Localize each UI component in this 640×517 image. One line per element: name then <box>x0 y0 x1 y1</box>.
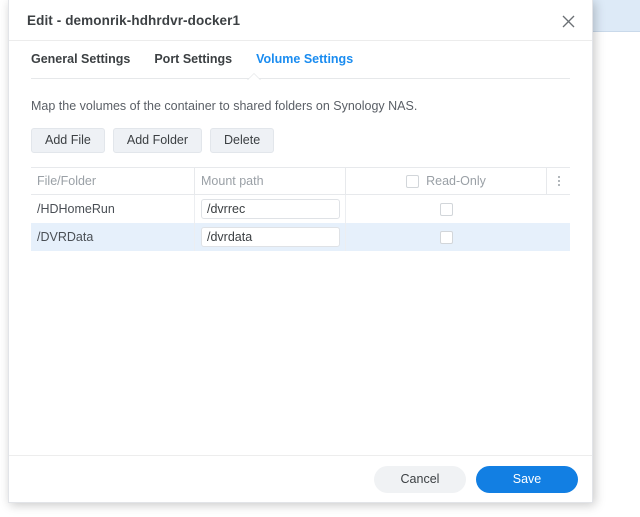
dialog-header: Edit - demonrik-hdhrdvr-docker1 <box>9 0 592 41</box>
read-only-checkbox[interactable] <box>439 202 453 216</box>
column-options-button[interactable] <box>546 168 570 194</box>
close-icon[interactable] <box>554 7 582 35</box>
volume-table: File/Folder Mount path Read-Only /HDHome… <box>31 167 570 251</box>
table-header-row: File/Folder Mount path Read-Only <box>31 168 570 195</box>
read-only-select-all-checkbox[interactable] <box>406 174 420 188</box>
background-accent-strip <box>592 0 640 31</box>
column-header-mount-path[interactable]: Mount path <box>195 168 346 194</box>
row-spacer <box>546 195 570 223</box>
cell-mount-path <box>195 223 346 251</box>
read-only-checkbox[interactable] <box>439 230 453 244</box>
column-header-read-only-label: Read-Only <box>426 174 486 188</box>
save-button[interactable]: Save <box>476 465 578 493</box>
column-header-read-only: Read-Only <box>346 168 546 194</box>
edit-container-dialog: Edit - demonrik-hdhrdvr-docker1 General … <box>8 0 593 503</box>
mount-path-input[interactable] <box>201 227 340 247</box>
volume-action-buttons: Add File Add Folder Delete <box>31 128 570 153</box>
dialog-title: Edit - demonrik-hdhrdvr-docker1 <box>27 12 241 28</box>
table-row[interactable]: /HDHomeRun <box>31 195 570 223</box>
cell-file-folder: /DVRData <box>31 223 195 251</box>
background-accent-divider <box>592 31 640 32</box>
tab-volume-settings[interactable]: Volume Settings <box>256 51 353 67</box>
column-header-file-folder[interactable]: File/Folder <box>31 168 195 194</box>
cell-mount-path <box>195 195 346 223</box>
cell-read-only <box>346 195 546 223</box>
cancel-button[interactable]: Cancel <box>374 465 466 493</box>
cell-read-only <box>346 223 546 251</box>
row-spacer <box>546 223 570 251</box>
tab-port-settings[interactable]: Port Settings <box>154 51 232 67</box>
delete-button[interactable]: Delete <box>210 128 275 153</box>
tab-general-settings[interactable]: General Settings <box>31 51 130 67</box>
add-folder-button[interactable]: Add Folder <box>112 128 203 153</box>
cell-file-folder: /HDHomeRun <box>31 195 195 223</box>
mount-path-input[interactable] <box>201 199 340 219</box>
table-row[interactable]: /DVRData <box>31 223 570 251</box>
dialog-footer: Cancel Save <box>9 455 592 502</box>
dialog-body: Map the volumes of the container to shar… <box>9 79 592 455</box>
add-file-button[interactable]: Add File <box>31 128 105 153</box>
kebab-menu-icon <box>557 176 560 186</box>
volume-description: Map the volumes of the container to shar… <box>31 99 418 113</box>
settings-tabs: General Settings Port Settings Volume Se… <box>9 41 592 80</box>
